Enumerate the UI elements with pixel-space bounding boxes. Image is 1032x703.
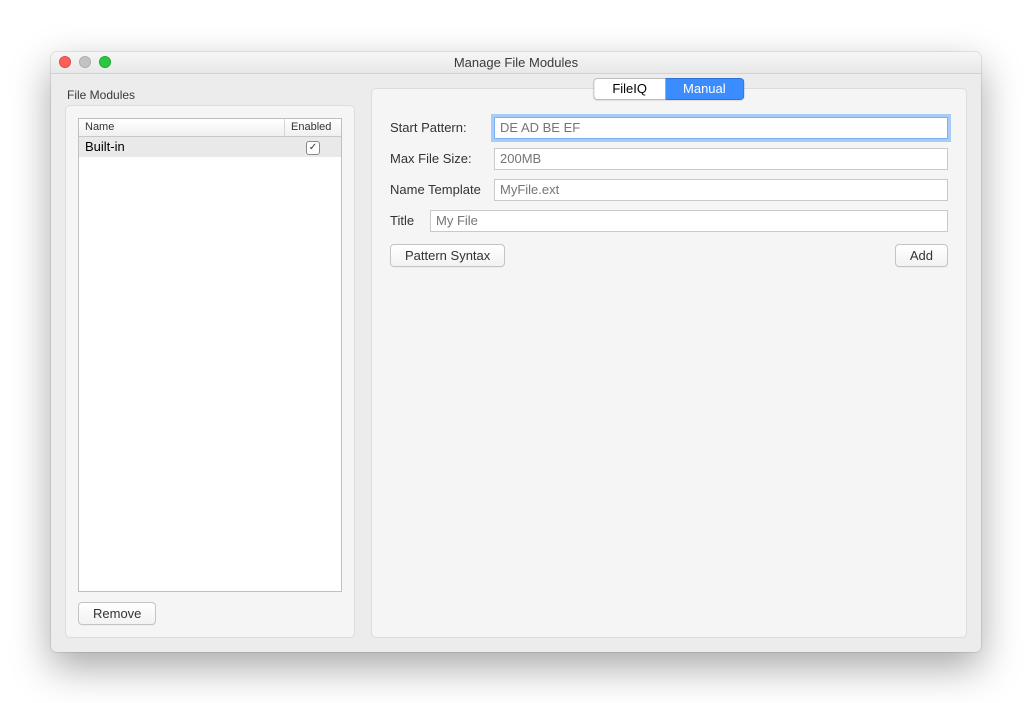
column-header-name[interactable]: Name bbox=[79, 119, 285, 136]
button-row: Pattern Syntax Add bbox=[390, 244, 948, 267]
table-row[interactable]: Built-in ✓ bbox=[79, 137, 341, 157]
row-title: Title bbox=[390, 210, 948, 232]
file-modules-panel: File Modules Name Enabled Built-in ✓ bbox=[65, 88, 355, 638]
file-modules-table: Name Enabled Built-in ✓ bbox=[78, 118, 342, 592]
label-max-file-size: Max File Size: bbox=[390, 151, 494, 166]
name-template-input[interactable] bbox=[494, 179, 948, 201]
content-area: File Modules Name Enabled Built-in ✓ bbox=[51, 74, 981, 652]
titlebar: Manage File Modules bbox=[51, 52, 981, 74]
title-input[interactable] bbox=[430, 210, 948, 232]
row-max-file-size: Max File Size: bbox=[390, 148, 948, 170]
max-file-size-input[interactable] bbox=[494, 148, 948, 170]
editor-panel: FileIQ Manual Start Pattern: Max File Si… bbox=[371, 88, 967, 638]
remove-button[interactable]: Remove bbox=[78, 602, 156, 625]
mode-segmented-control: FileIQ Manual bbox=[593, 78, 744, 100]
window-title: Manage File Modules bbox=[51, 55, 981, 70]
row-enabled-cell: ✓ bbox=[285, 138, 341, 155]
file-modules-box: Name Enabled Built-in ✓ Remove bbox=[65, 105, 355, 638]
tab-manual[interactable]: Manual bbox=[665, 78, 745, 100]
add-button[interactable]: Add bbox=[895, 244, 948, 267]
label-name-template: Name Template bbox=[390, 182, 494, 197]
label-start-pattern: Start Pattern: bbox=[390, 120, 494, 135]
window: Manage File Modules File Modules Name En… bbox=[51, 52, 981, 652]
row-start-pattern: Start Pattern: bbox=[390, 117, 948, 139]
start-pattern-input[interactable] bbox=[494, 117, 948, 139]
table-body: Built-in ✓ bbox=[79, 137, 341, 591]
column-header-enabled[interactable]: Enabled bbox=[285, 119, 341, 136]
tab-fileiq[interactable]: FileIQ bbox=[593, 78, 665, 100]
pattern-syntax-button[interactable]: Pattern Syntax bbox=[390, 244, 505, 267]
row-name-template: Name Template bbox=[390, 179, 948, 201]
enabled-checkbox[interactable]: ✓ bbox=[306, 141, 320, 155]
table-header: Name Enabled bbox=[79, 119, 341, 137]
label-title: Title bbox=[390, 213, 430, 228]
remove-row: Remove bbox=[78, 602, 342, 625]
file-modules-label: File Modules bbox=[67, 88, 355, 102]
row-name: Built-in bbox=[79, 139, 285, 154]
